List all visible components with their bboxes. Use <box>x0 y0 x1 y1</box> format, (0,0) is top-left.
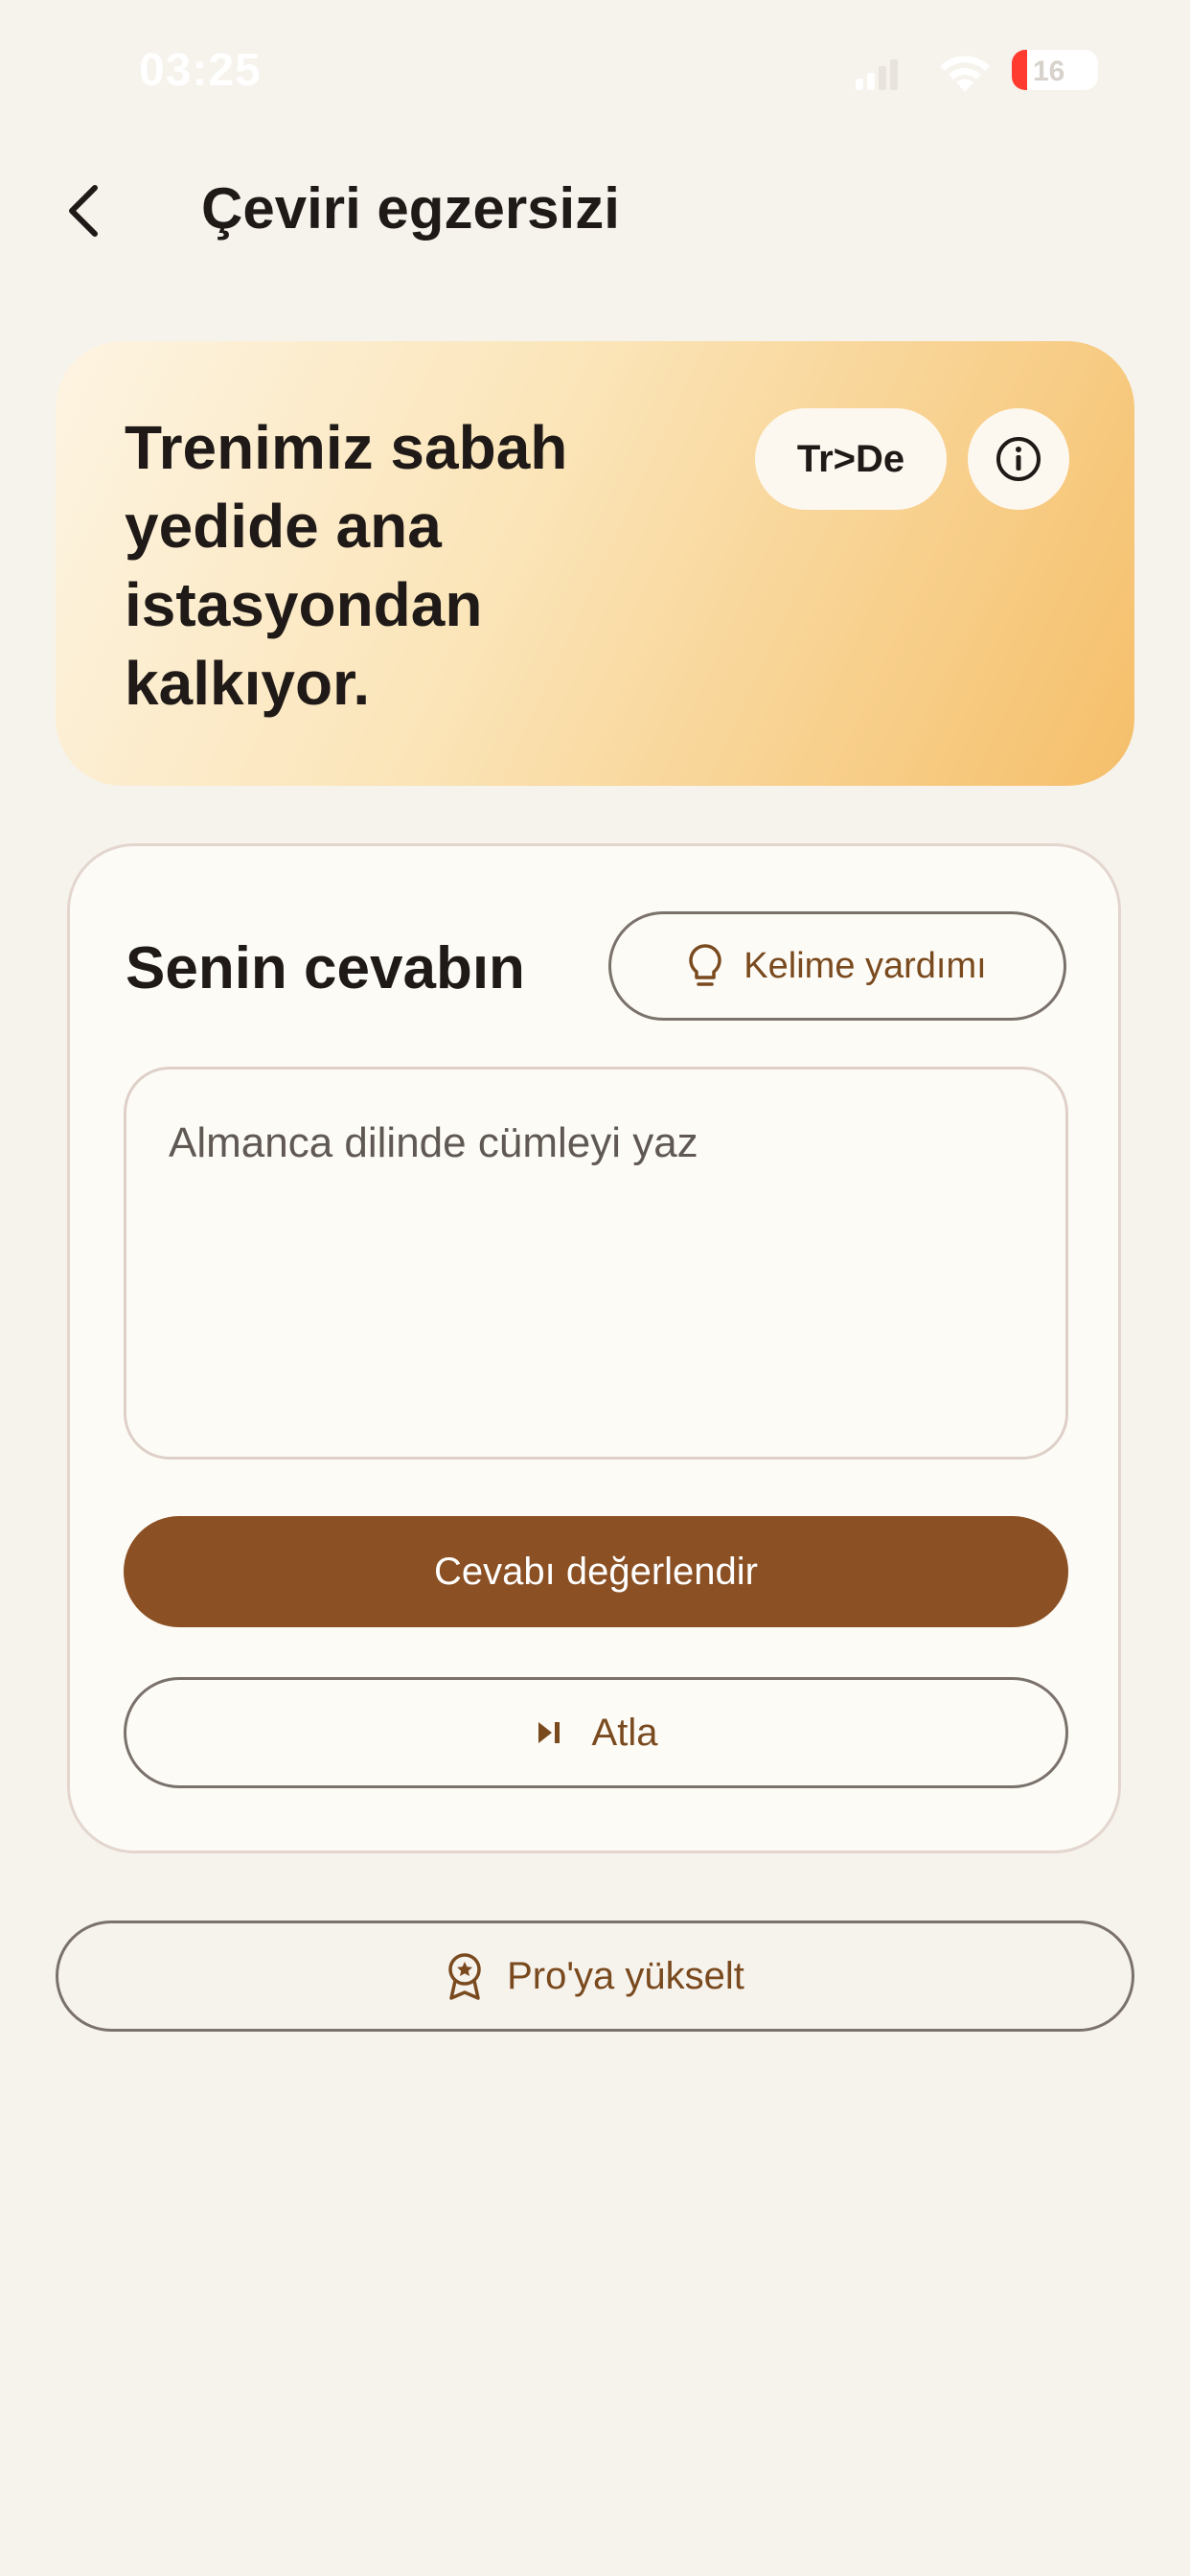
info-button[interactable] <box>968 408 1069 510</box>
status-bar: 03:25 16 <box>0 0 1190 144</box>
skip-next-icon <box>538 1722 560 1743</box>
skip-label: Atla <box>591 1711 658 1754</box>
wifi-icon <box>940 56 990 92</box>
skip-button[interactable]: Atla <box>124 1677 1068 1788</box>
word-help-label: Kelime yardımı <box>744 945 987 986</box>
battery-percent: 16 <box>1033 56 1065 87</box>
upgrade-pro-label: Pro'ya yükselt <box>507 1954 744 1997</box>
sentence-card: Trenimiz sabah yedide ana istasyondan ka… <box>56 341 1134 786</box>
lightbulb-icon <box>689 944 721 986</box>
source-sentence: Trenimiz sabah yedide ana istasyondan ka… <box>125 413 568 718</box>
chevron-left-icon <box>69 185 98 237</box>
info-icon <box>996 437 1041 481</box>
page-title: Çeviri egzersizi <box>201 176 620 241</box>
evaluate-answer-button[interactable]: Cevabı değerlendir <box>124 1516 1068 1627</box>
upgrade-pro-button[interactable]: Pro'ya yükselt <box>56 1920 1134 2032</box>
status-time: 03:25 <box>139 45 262 96</box>
award-badge-icon <box>448 1953 481 2000</box>
answer-heading: Senin cevabın <box>126 935 525 1001</box>
word-help-button[interactable]: Kelime yardımı <box>608 911 1066 1021</box>
back-button[interactable] <box>50 172 117 249</box>
language-pair-chip[interactable]: Tr>De <box>755 408 947 510</box>
signal-icon <box>856 59 898 90</box>
battery-level <box>1012 50 1027 90</box>
answer-card: Senin cevabın Kelime yardımı Cevabı değe… <box>67 843 1121 1853</box>
answer-input[interactable] <box>124 1067 1068 1460</box>
evaluate-answer-label: Cevabı değerlendir <box>434 1550 758 1593</box>
battery-icon: 16 <box>1012 50 1098 90</box>
